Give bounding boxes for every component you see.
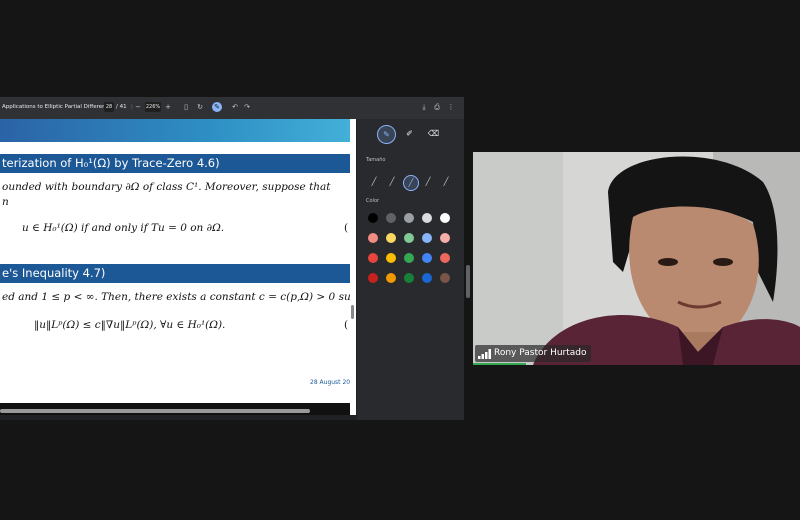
size-option-3-icon[interactable]: ╱ [403,175,419,191]
print-icon[interactable]: ⎙ [432,102,442,112]
color-swatch[interactable] [440,233,450,243]
zoom-level-input[interactable]: 226% [145,102,161,112]
color-swatch[interactable] [422,253,432,263]
theorem-block-title-1: terization of H₀¹(Ω) by Trace-Zero 4.6) [0,154,350,173]
color-swatch[interactable] [368,233,378,243]
signal-strength-icon [478,349,491,359]
panel-resize-handle[interactable] [466,265,470,298]
color-swatch[interactable] [368,213,378,223]
color-swatch[interactable] [404,253,414,263]
color-swatch[interactable] [386,253,396,263]
size-option-2-icon[interactable]: ╱ [385,175,399,189]
theorem-block-title-2: e's Inequality 4.7) [0,264,350,283]
participant-nameplate: Rony Pastor Hurtado [475,345,591,362]
zoom-out-button[interactable]: − [133,102,143,112]
color-swatch[interactable] [404,213,414,223]
page-total: / 41 [116,104,127,110]
theorem-text-line-3: ed and 1 ≤ p < ∞. Then, there exists a c… [2,291,351,303]
annotation-panel: ✎ ✐ ⌫ Tamaño ╱ ╱ ╱ ╱ ╱ Color [357,119,464,420]
color-swatch[interactable] [386,273,396,283]
document-title: Applications to Elliptic Partial Differe… [2,104,111,110]
size-option-1-icon[interactable]: ╱ [367,175,381,189]
zoom-in-button[interactable]: + [163,102,173,112]
color-swatch[interactable] [404,233,414,243]
pdf-toolbar: Applications to Elliptic Partial Differe… [0,97,464,119]
pdf-slide: terization of H₀¹(Ω) by Trace-Zero 4.6) … [0,119,356,415]
size-label: Tamaño [366,157,386,163]
color-swatch[interactable] [386,213,396,223]
color-swatch[interactable] [368,253,378,263]
color-swatch[interactable] [368,273,378,283]
audio-level-bar [473,363,526,365]
undo-icon[interactable]: ↶ [230,102,240,112]
participant-video-frame [473,152,800,365]
pen-tool-icon[interactable]: ✎ [377,125,396,144]
color-swatch[interactable] [440,213,450,223]
redo-icon[interactable]: ↷ [242,102,252,112]
theorem-text-line-2: n [2,196,9,208]
theorem-equation-1: u ∈ H₀¹(Ω) if and only if Tu = 0 on ∂Ω. [22,222,225,234]
page-number-input[interactable]: 28 [104,102,114,112]
color-swatch[interactable] [386,233,396,243]
annotate-pen-icon[interactable]: ✎ [212,102,222,112]
color-swatch[interactable] [440,253,450,263]
theorem-equation-2: ‖u‖Lᵖ(Ω) ≤ c‖∇u‖Lᵖ(Ω), ∀u ∈ H₀¹(Ω). [34,319,226,331]
color-label: Color [366,198,380,204]
size-option-5-icon[interactable]: ╱ [439,175,453,189]
vertical-scrollbar[interactable] [351,305,354,319]
shared-screen: Applications to Elliptic Partial Differe… [0,97,464,420]
slide-header-bar [0,119,350,142]
download-icon[interactable]: ⤓ [419,102,429,112]
horizontal-scrollbar[interactable] [0,409,310,413]
highlighter-tool-icon[interactable]: ✐ [401,125,418,142]
participant-name: Rony Pastor Hurtado [494,348,587,358]
color-swatch[interactable] [422,213,432,223]
slide-date: 28 August 20 [310,379,351,386]
more-options-icon[interactable]: ⋮ [446,102,456,112]
size-option-4-icon[interactable]: ╱ [421,175,435,189]
color-swatch[interactable] [404,273,414,283]
participant-video [473,152,800,365]
fit-page-icon[interactable]: ▯ [181,102,191,112]
equation-number-1: ( [344,222,349,234]
color-swatch[interactable] [422,233,432,243]
rotate-icon[interactable]: ↻ [195,102,205,112]
color-swatch[interactable] [440,273,450,283]
eraser-tool-icon[interactable]: ⌫ [425,125,442,142]
theorem-text-line-1: ounded with boundary ∂Ω of class C¹. Mor… [2,181,331,193]
equation-number-2: ( [344,319,349,331]
color-swatch[interactable] [422,273,432,283]
